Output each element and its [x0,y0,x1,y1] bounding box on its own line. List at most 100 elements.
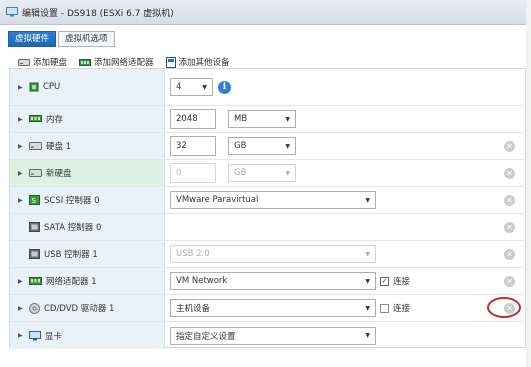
row-scsi: ▶ S SCSI 控制器 0 VMware Paravirtual ▼ ✕ [10,187,527,214]
scsi-type-select[interactable]: VMware Paravirtual ▼ [170,191,376,209]
add-other-device-label: 添加其他设备 [178,58,230,68]
row-network-label-cell[interactable]: ▶ 网络适配器 1 [10,268,165,294]
expand-arrow-icon[interactable]: ▶ [18,305,27,312]
network-select[interactable]: VM Network ▼ [170,272,376,290]
window-title: 编辑设置 - DS918 (ESXi 6.7 虚拟机) [22,8,174,19]
remove-new-disk-icon[interactable]: ✕ [504,168,515,179]
device-icon [165,56,176,68]
cpu-label: CPU [43,82,61,92]
remove-network-icon[interactable]: ✕ [504,276,515,287]
expand-arrow-icon[interactable]: ▶ [18,116,27,123]
row-video-label-cell[interactable]: ▶ 显卡 [10,322,165,349]
disk1-unit-value: GB [234,141,247,151]
row-cdrom-label-cell[interactable]: ▶ CD/DVD 驱动器 1 [10,295,165,321]
expand-arrow-icon[interactable]: ▶ [18,278,27,285]
video-settings-select[interactable]: 指定自定义设置 ▼ [170,326,376,345]
video-label: 显卡 [45,331,63,342]
svg-text:S: S [32,197,37,205]
memory-unit-select[interactable]: MB ▼ [228,110,296,128]
remove-disk1-icon[interactable]: ✕ [504,141,515,152]
remove-scsi-icon[interactable]: ✕ [504,195,515,206]
dropdown-caret-icon: ▼ [365,250,370,258]
network-label: 网络适配器 1 [46,277,97,287]
row-disk1: ▶ 硬盘 1 32 GB ▼ ✕ [10,133,527,160]
usb-controller-icon [29,249,40,259]
add-other-device-button[interactable]: 添加其他设备 [165,56,230,68]
network-connect-label: 连接 [393,277,411,287]
disk1-unit-select[interactable]: GB ▼ [228,137,296,155]
disk-icon [29,142,42,150]
memory-unit-value: MB [234,114,248,124]
row-sata: SATA 控制器 0 ✕ [10,214,527,241]
new-disk-unit-value: GB [234,168,247,178]
network-adapter-icon [79,58,92,66]
tab-vm-options[interactable]: 虚拟机选项 [58,31,115,47]
memory-icon [29,115,42,122]
cdrom-connect-checkbox[interactable]: 连接 [380,295,410,321]
add-network-button[interactable]: 添加网络适配器 [79,56,154,68]
row-memory-label-cell[interactable]: ▶ 内存 [10,106,165,132]
expand-arrow-icon[interactable]: ▶ [18,332,27,339]
expand-arrow-icon[interactable]: ▶ [18,170,27,177]
expand-arrow-icon[interactable]: ▶ [18,143,27,150]
add-disk-button[interactable]: 添加硬盘 [18,56,67,68]
network-adapter-icon [29,277,42,285]
add-disk-label: 添加硬盘 [33,58,68,68]
vertical-scrollbar[interactable] [526,0,531,367]
cpu-count-value: 4 [176,82,182,92]
window-titlebar: 编辑设置 - DS918 (ESXi 6.7 虚拟机) [0,0,531,25]
cdrom-connect-label: 连接 [393,304,411,314]
vm-icon [6,7,18,17]
tab-bar: 虚拟硬件 虚拟机选项 [8,31,115,47]
cd-dvd-icon [29,302,40,314]
new-disk-unit-select: GB ▼ [228,164,296,182]
dropdown-caret-icon: ▼ [285,142,290,150]
dropdown-caret-icon: ▼ [285,115,290,123]
tab-virtual-hardware[interactable]: 虚拟硬件 [8,31,57,47]
expand-arrow-icon[interactable]: ▶ [18,197,27,204]
disk1-label: 硬盘 1 [46,142,72,152]
cpu-count-select[interactable]: 4 ▼ [170,78,213,96]
dropdown-caret-icon: ▼ [365,196,370,204]
disk-icon [29,169,42,177]
dropdown-caret-icon: ▼ [365,332,370,339]
dropdown-caret-icon: ▼ [202,83,207,91]
scsi-controller-icon: S [29,195,40,205]
row-disk1-label-cell[interactable]: ▶ 硬盘 1 [10,133,165,159]
row-sata-label-cell: SATA 控制器 0 [10,214,165,240]
row-cpu-label-cell[interactable]: ▶ CPU [10,69,165,105]
cdrom-label: CD/DVD 驱动器 1 [44,304,115,314]
row-new-disk-label-cell[interactable]: ▶ 新硬盘 [10,160,165,186]
network-value: VM Network [176,276,228,286]
expand-arrow-icon[interactable]: ▶ [18,84,27,91]
cdrom-source-select[interactable]: 主机设备 ▼ [170,299,376,317]
sata-controller-icon [29,222,40,232]
scsi-label: SCSI 控制器 0 [44,196,100,206]
dropdown-caret-icon: ▼ [285,169,290,177]
dropdown-caret-icon: ▼ [365,304,370,312]
usb-version-value: USB 2.0 [176,249,210,259]
checkbox-unchecked-icon[interactable] [380,303,389,313]
memory-size-input[interactable]: 2048 [170,109,216,129]
scsi-type-value: VMware Paravirtual [176,195,259,205]
row-video-card: ▶ 显卡 指定自定义设置 ▼ [10,322,527,349]
remove-usb-icon[interactable]: ✕ [504,249,515,260]
network-connect-checkbox[interactable]: ✓ 连接 [380,268,410,294]
cdrom-source-value: 主机设备 [176,304,211,314]
disk1-size-input[interactable]: 32 [170,136,216,156]
row-scsi-label-cell[interactable]: ▶ S SCSI 控制器 0 [10,187,165,213]
memory-label: 内存 [46,115,64,125]
remove-sata-icon[interactable]: ✕ [504,222,515,233]
row-usb-label-cell: USB 控制器 1 [10,241,165,267]
video-card-icon [29,330,41,340]
hardware-grid: ▶ CPU 4 ▼ i ▶ 内存 2048 MB ▼ ▶ 硬盘 1 32 GB … [9,68,527,349]
highlight-circle-annotation [487,297,521,318]
usb-label: USB 控制器 1 [44,250,98,260]
add-network-label: 添加网络适配器 [94,58,154,68]
new-disk-size-input: 0 [170,163,216,183]
row-memory: ▶ 内存 2048 MB ▼ [10,106,527,133]
checkbox-checked-icon[interactable]: ✓ [380,276,389,286]
video-settings-value: 指定自定义设置 [176,331,236,342]
row-usb: USB 控制器 1 USB 2.0 ▼ ✕ [10,241,527,268]
info-icon[interactable]: i [218,80,231,94]
